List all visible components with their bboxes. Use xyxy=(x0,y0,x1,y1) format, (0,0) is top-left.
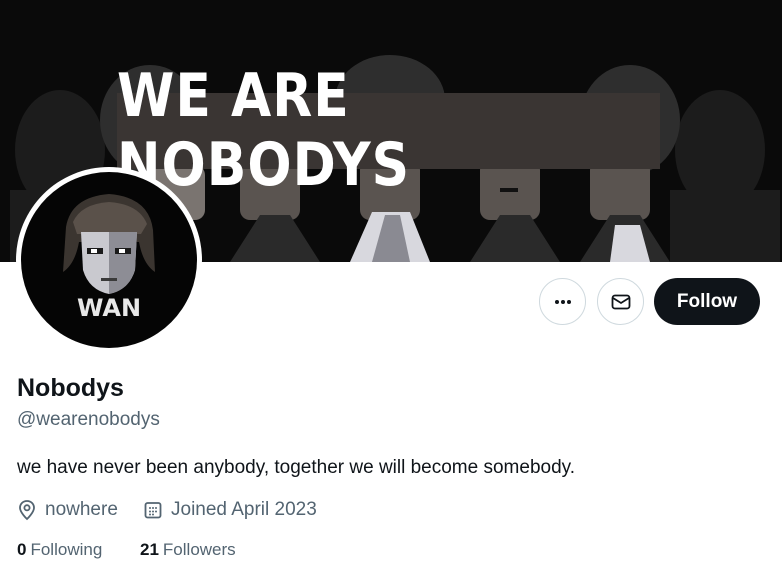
more-options-button[interactable] xyxy=(539,278,586,325)
avatar[interactable]: WAN xyxy=(21,172,197,348)
followers-count: 21 xyxy=(140,540,159,559)
avatar-text: WAN xyxy=(76,294,142,322)
joined-text: Joined April 2023 xyxy=(171,499,317,520)
followers-label: Followers xyxy=(162,540,236,559)
more-icon xyxy=(554,299,571,304)
banner-title: WE ARE NOBODYS xyxy=(117,62,411,200)
calendar-icon xyxy=(144,502,162,519)
bio: we have never been anybody, together we … xyxy=(17,457,576,478)
followers-link[interactable]: 21 Followers xyxy=(140,540,236,560)
following-link[interactable]: 0 Following xyxy=(17,540,102,560)
location-item: nowhere xyxy=(17,497,118,523)
display-name: Nobodys xyxy=(17,374,124,402)
joined-date-item: Joined April 2023 xyxy=(143,497,317,523)
following-count: 0 xyxy=(17,540,27,559)
following-label: Following xyxy=(30,540,103,559)
location-text: nowhere xyxy=(45,499,118,520)
username-handle: @wearenobodys xyxy=(17,409,160,430)
follow-button[interactable]: Follow xyxy=(654,278,760,325)
message-button[interactable] xyxy=(597,278,644,325)
location-pin-icon xyxy=(19,500,35,521)
mail-icon xyxy=(611,294,630,309)
